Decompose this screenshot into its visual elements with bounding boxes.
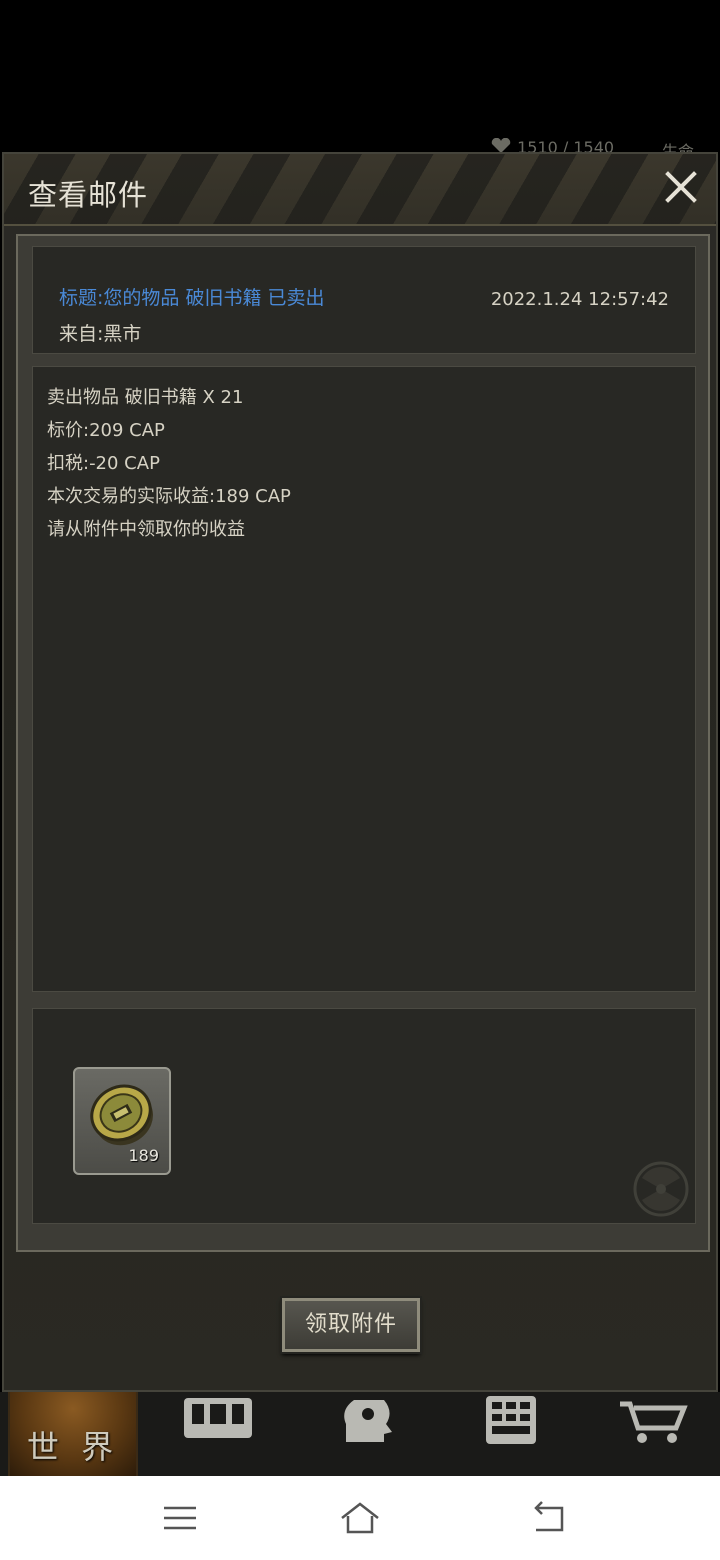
mail-modal: 查看邮件 标题:您的物品 破旧书籍 已卖出 来自:黑市 2022.1.24 12… bbox=[2, 152, 718, 1392]
modal-title: 查看邮件 bbox=[28, 178, 149, 212]
back-icon[interactable] bbox=[528, 1498, 568, 1538]
menu-icon[interactable] bbox=[160, 1498, 200, 1538]
modal-header: 查看邮件 bbox=[4, 154, 716, 226]
close-icon[interactable] bbox=[662, 168, 700, 206]
mail-subject: 标题:您的物品 破旧书籍 已卖出 bbox=[59, 287, 325, 309]
mail-panel: 标题:您的物品 破旧书籍 已卖出 来自:黑市 2022.1.24 12:57:4… bbox=[16, 234, 710, 1252]
mail-body[interactable]: 卖出物品 破旧书籍 X 21 标价:209 CAP 扣税:-20 CAP 本次交… bbox=[32, 366, 696, 992]
mail-header: 标题:您的物品 破旧书籍 已卖出 来自:黑市 2022.1.24 12:57:4… bbox=[32, 246, 696, 354]
body-line: 卖出物品 破旧书籍 X 21 bbox=[47, 387, 244, 408]
body-line: 请从附件中领取你的收益 bbox=[47, 519, 245, 540]
cart-icon[interactable] bbox=[614, 1394, 694, 1446]
nav-world-tab[interactable]: 世 界 bbox=[8, 1392, 138, 1476]
backpack-icon[interactable] bbox=[178, 1394, 258, 1446]
game-bottom-nav: 世 界 bbox=[0, 1392, 720, 1476]
attachment-item[interactable]: 189 bbox=[73, 1067, 171, 1175]
body-line: 本次交易的实际收益:189 CAP bbox=[47, 486, 291, 507]
body-line: 标价:209 CAP bbox=[47, 420, 165, 441]
mail-timestamp: 2022.1.24 12:57:42 bbox=[490, 289, 669, 310]
calculator-icon[interactable] bbox=[472, 1394, 552, 1446]
head-gear-icon[interactable] bbox=[326, 1394, 406, 1446]
system-nav-bar bbox=[0, 1476, 720, 1560]
nav-world-label: 世 界 bbox=[26, 1428, 120, 1466]
attachment-count: 189 bbox=[128, 1146, 159, 1165]
home-icon[interactable] bbox=[338, 1498, 382, 1538]
body-line: 扣税:-20 CAP bbox=[47, 453, 160, 474]
radiation-icon bbox=[633, 1161, 689, 1217]
top-bar: 1510 / 1540 生命 bbox=[0, 0, 720, 161]
claim-attachment-button[interactable]: 领取附件 bbox=[282, 1298, 420, 1352]
attachment-area: 189 bbox=[32, 1008, 696, 1224]
mail-sender: 来自:黑市 bbox=[59, 323, 142, 345]
